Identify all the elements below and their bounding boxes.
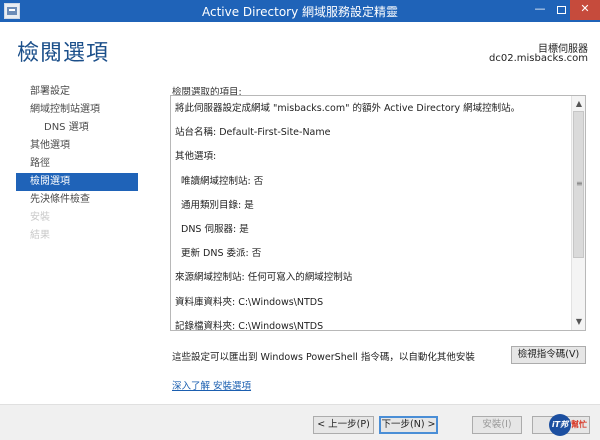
- ithome-watermark-logo: iT邦 幫忙: [549, 414, 597, 436]
- review-line: 唯讀網域控制站: 否: [181, 175, 264, 187]
- scroll-down-arrow-icon[interactable]: ▼: [572, 315, 586, 329]
- target-server-name: dc02.misbacks.com: [489, 53, 588, 64]
- vertical-scrollbar[interactable]: ▲ ≡ ▼: [571, 96, 585, 330]
- review-line: DNS 伺服器: 是: [181, 223, 249, 235]
- review-line: 其他選項:: [175, 151, 217, 163]
- review-results-box[interactable]: 將此伺服器設定成網域 "misbacks.com" 的額外 Active Dir…: [170, 95, 586, 331]
- nav-item-dns-options[interactable]: DNS 選項: [16, 119, 138, 137]
- review-line: 通用類別目錄: 是: [181, 199, 254, 211]
- nav-item-review-options[interactable]: 檢閱選項: [16, 173, 138, 191]
- window-title: Active Directory 網域服務設定精靈: [201, 5, 399, 19]
- view-script-button[interactable]: 檢視指令碼(V): [511, 346, 586, 364]
- review-line: 記錄檔資料夾: C:\Windows\NTDS: [175, 320, 324, 330]
- nav-item-installation: 安裝: [30, 212, 50, 223]
- review-line: 將此伺服器設定成網域 "misbacks.com" 的額外 Active Dir…: [175, 103, 521, 114]
- review-line: 站台名稱: Default-First-Site-Name: [175, 127, 331, 139]
- next-button[interactable]: 下一步(N) >: [379, 416, 438, 434]
- nav-item-results: 結果: [30, 230, 50, 241]
- wizard-nav: 部署設定 網域控制站選項 DNS 選項 其他選項 路徑 檢閱選項 先決條件檢查 …: [16, 83, 138, 245]
- watermark-text: 幫忙: [571, 420, 587, 429]
- install-button: 安裝(I): [472, 416, 522, 434]
- export-info-text: 這些設定可以匯出到 Windows PowerShell 指令碼，以自動化其他安…: [172, 352, 475, 363]
- previous-button[interactable]: < 上一步(P): [313, 416, 374, 434]
- review-line: 來源網域控制站: 任何可寫入的網域控制站: [175, 272, 353, 284]
- review-line: 資料庫資料夾: C:\Windows\NTDS: [175, 296, 324, 308]
- maximize-button[interactable]: [552, 0, 570, 20]
- nav-item-dc-options[interactable]: 網域控制站選項: [16, 101, 138, 119]
- scroll-thumb[interactable]: ≡: [573, 111, 584, 258]
- title-bar: Active Directory 網域服務設定精靈 — ✕: [0, 0, 600, 22]
- nav-item-paths[interactable]: 路徑: [16, 155, 138, 173]
- review-line: 更新 DNS 委派: 否: [181, 248, 262, 260]
- learn-more-link[interactable]: 深入了解 安裝選項: [172, 378, 251, 392]
- scroll-up-arrow-icon[interactable]: ▲: [572, 97, 586, 111]
- nav-item-prerequisites[interactable]: 先決條件檢查: [16, 191, 138, 209]
- review-results-text: 將此伺服器設定成網域 "misbacks.com" 的額外 Active Dir…: [171, 96, 571, 330]
- grip-icon: ≡: [576, 179, 583, 188]
- close-button[interactable]: ✕: [570, 0, 600, 20]
- page-title: 檢閱選項: [17, 41, 110, 66]
- nav-item-deployment[interactable]: 部署設定: [16, 83, 138, 101]
- maximize-icon: [556, 6, 566, 14]
- nav-item-additional-options[interactable]: 其他選項: [16, 137, 138, 155]
- watermark-circle: iT邦: [549, 414, 571, 436]
- footer-bar: < 上一步(P) 下一步(N) > 安裝(I) 取消: [0, 404, 600, 440]
- minimize-button[interactable]: —: [530, 0, 550, 20]
